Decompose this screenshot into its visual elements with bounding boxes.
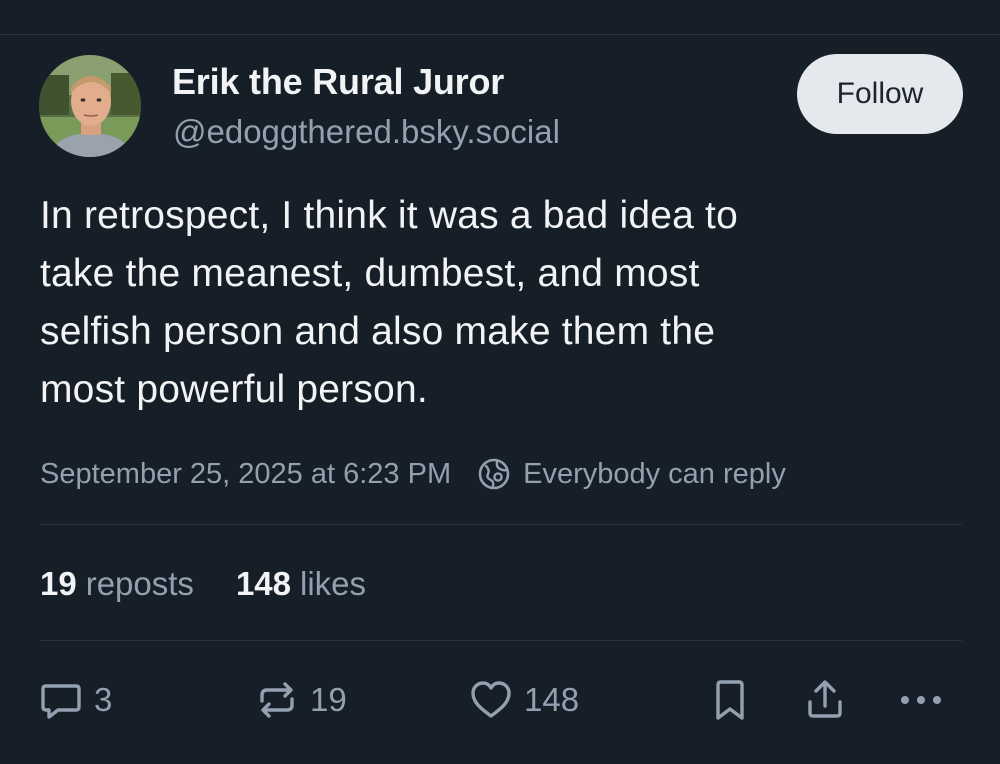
repost-icon [260,682,294,718]
repost-button[interactable]: 19 [254,676,347,724]
likes-stat[interactable]: 148 likes [236,565,366,603]
post-meta: September 25, 2025 at 6:23 PM Everybody … [40,452,786,496]
reply-setting-label: Everybody can reply [523,457,786,490]
likes-label: likes [300,565,367,602]
reply-setting[interactable]: Everybody can reply [477,457,786,491]
post-timestamp[interactable]: September 25, 2025 at 6:23 PM [40,458,451,491]
reply-button[interactable]: 3 [38,676,112,724]
engagement-stats: 19 reposts 148 likes [40,562,366,606]
like-button[interactable]: 148 [468,676,579,724]
more-options-button[interactable] [895,676,947,724]
globe-icon [478,458,510,490]
author-handle[interactable]: @edoggthered.bsky.social [173,113,560,151]
post-thread-item: Erik the Rural Juror @edoggthered.bsky.s… [0,0,1000,764]
bookmark-icon [716,680,744,720]
avatar[interactable] [39,55,141,157]
author-display-name[interactable]: Erik the Rural Juror [172,61,504,103]
reply-count: 3 [94,681,113,718]
more-icon [901,696,941,704]
repost-count: 19 [310,681,347,718]
post-text: In retrospect, I think it was a bad idea… [40,194,738,411]
follow-button[interactable]: Follow [797,54,963,134]
like-count: 148 [524,681,580,718]
reposts-stat[interactable]: 19 reposts [40,565,194,603]
heart-icon [471,681,511,718]
divider [40,640,962,641]
share-button[interactable] [802,676,848,724]
reposts-label: reposts [85,565,194,602]
reposts-count: 19 [40,565,77,602]
bookmark-button[interactable] [710,676,750,724]
reply-icon [41,684,81,719]
divider [40,524,962,525]
share-icon [808,680,842,718]
likes-count: 148 [235,565,291,602]
